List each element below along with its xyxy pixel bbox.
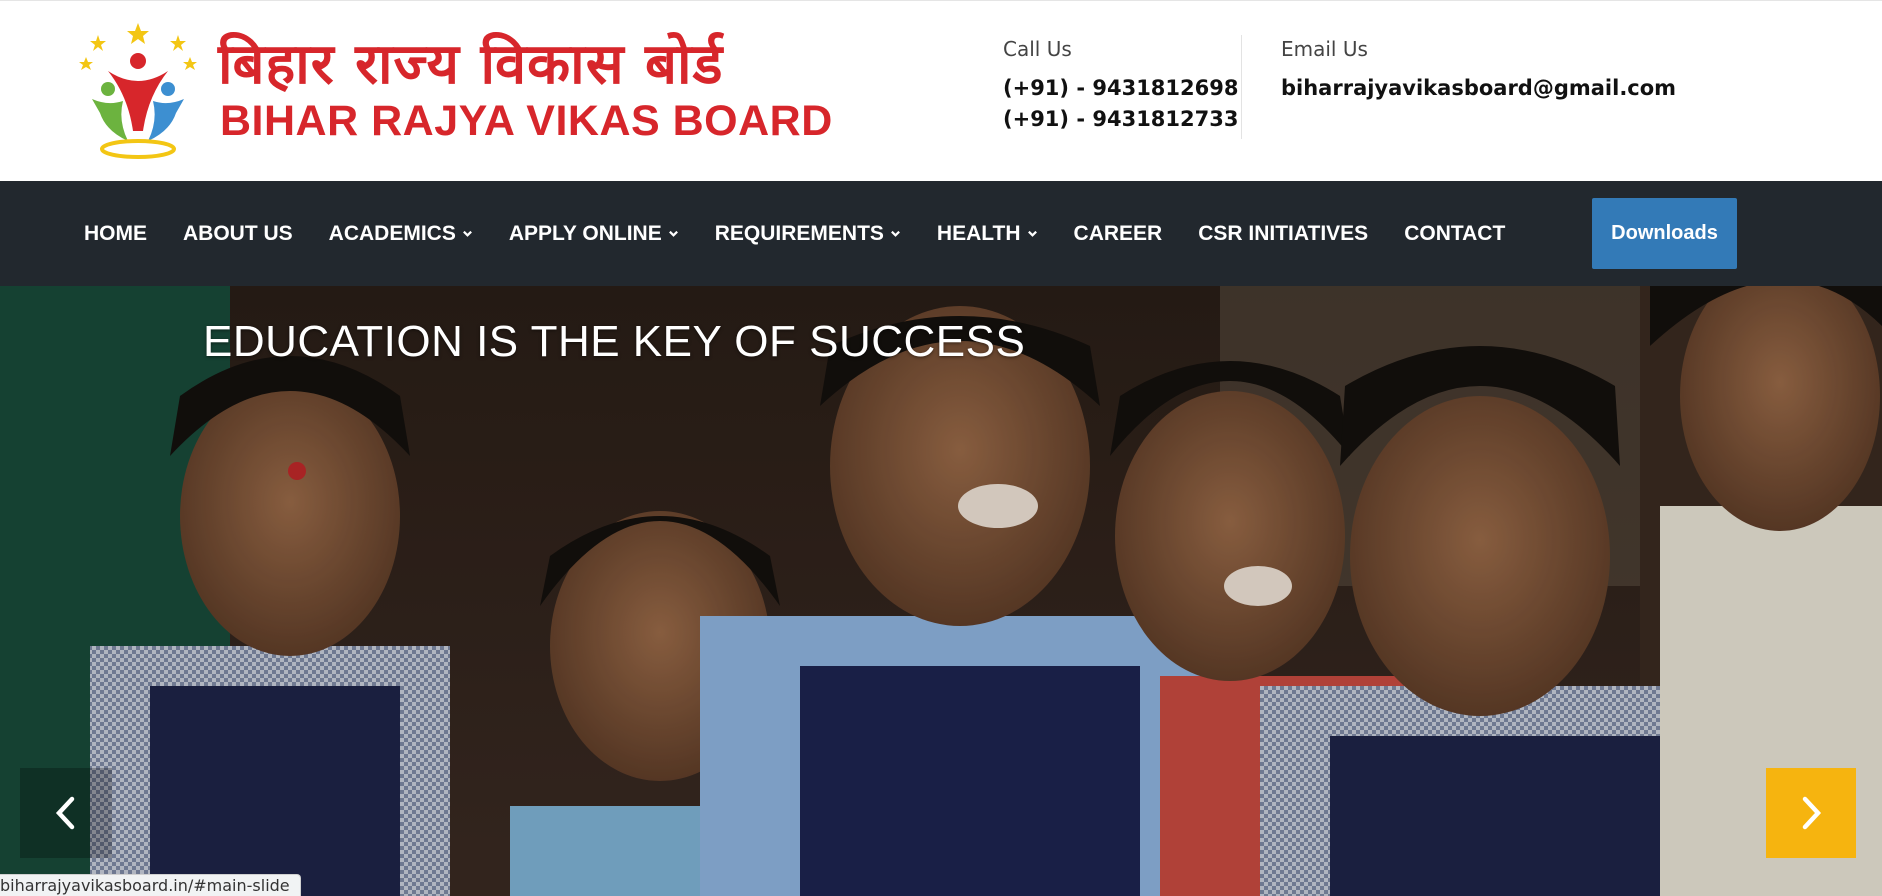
- nav-home[interactable]: HOME: [84, 222, 147, 246]
- nav-requirements[interactable]: REQUIREMENTS: [715, 222, 901, 246]
- email-us-block: Email Us biharrajyavikasboard@gmail.com: [1281, 35, 1701, 104]
- email-address[interactable]: biharrajyavikasboard@gmail.com: [1281, 73, 1701, 104]
- nav-academics-label: ACADEMICS: [328, 221, 456, 245]
- site-header: बिहार राज्य विकास बोर्ड BIHAR RAJYA VIKA…: [0, 0, 1882, 181]
- call-us-block: Call Us (+91) - 9431812698 (+91) - 94318…: [1003, 35, 1238, 135]
- nav-contact[interactable]: CONTACT: [1404, 222, 1505, 246]
- chevron-right-icon: [1802, 796, 1822, 830]
- phone-number-2[interactable]: (+91) - 9431812733: [1003, 104, 1238, 135]
- email-us-label: Email Us: [1281, 37, 1368, 61]
- slider-next-button[interactable]: [1766, 768, 1856, 858]
- chevron-left-icon: [55, 796, 75, 830]
- logo-text-english: BIHAR RAJYA VIKAS BOARD: [220, 97, 833, 145]
- main-navigation: HOME ABOUT US ACADEMICS APPLY ONLINE REQ…: [0, 181, 1882, 286]
- chevron-down-icon: [668, 230, 678, 237]
- nav-academics[interactable]: ACADEMICS: [329, 222, 473, 246]
- contact-divider: [1241, 35, 1242, 139]
- downloads-button[interactable]: Downloads: [1592, 198, 1737, 269]
- hero-photo: [0, 286, 1882, 896]
- nav-career-label: CAREER: [1073, 221, 1163, 245]
- nav-apply-online-label: APPLY ONLINE: [508, 221, 662, 245]
- logo-text-hindi: बिहार राज्य विकास बोर्ड: [218, 32, 724, 97]
- hero-slider: EDUCATION IS THE KEY OF SUCCESS: [0, 286, 1882, 896]
- nav-csr-initiatives-label: CSR INITIATIVES: [1198, 221, 1369, 245]
- nav-career[interactable]: CAREER: [1074, 222, 1163, 246]
- browser-status-url: biharrajyavikasboard.in/#main-slide: [0, 874, 301, 896]
- nav-health[interactable]: HEALTH: [937, 222, 1038, 246]
- site-logo[interactable]: बिहार राज्य विकास बोर्ड BIHAR RAJYA VIKA…: [78, 21, 832, 166]
- nav-health-label: HEALTH: [936, 221, 1021, 245]
- chevron-down-icon: [462, 230, 472, 237]
- hero-title: EDUCATION IS THE KEY OF SUCCESS: [203, 317, 1026, 366]
- nav-about-us[interactable]: ABOUT US: [183, 222, 293, 246]
- chevron-down-icon: [890, 230, 900, 237]
- nav-apply-online[interactable]: APPLY ONLINE: [509, 222, 679, 246]
- nav-about-us-label: ABOUT US: [183, 221, 293, 245]
- nav-home-label: HOME: [84, 221, 147, 245]
- call-us-label: Call Us: [1003, 37, 1072, 61]
- nav-requirements-label: REQUIREMENTS: [714, 221, 884, 245]
- nav-csr-initiatives[interactable]: CSR INITIATIVES: [1198, 222, 1368, 246]
- phone-number-1[interactable]: (+91) - 9431812698: [1003, 73, 1238, 104]
- logo-emblem-icon: [79, 23, 197, 159]
- slider-prev-button[interactable]: [20, 768, 112, 858]
- chevron-down-icon: [1027, 230, 1037, 237]
- nav-list: HOME ABOUT US ACADEMICS APPLY ONLINE REQ…: [84, 181, 1541, 286]
- nav-contact-label: CONTACT: [1404, 221, 1506, 245]
